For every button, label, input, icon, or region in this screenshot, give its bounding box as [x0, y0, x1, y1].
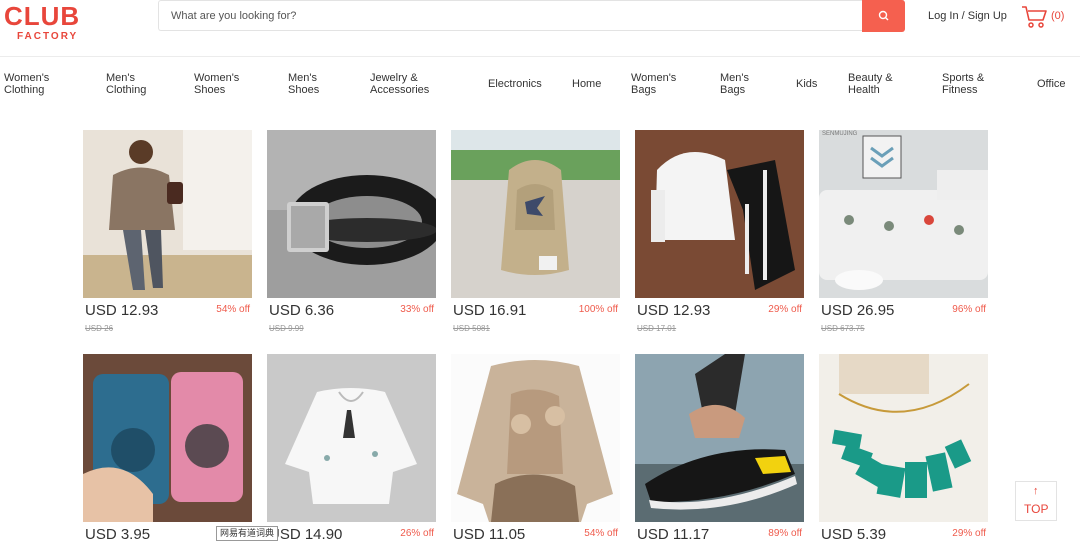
- logo-subtext: FACTORY: [17, 31, 79, 42]
- image-watermark: SENMUJING: [822, 131, 858, 137]
- product-discount: 100% off: [578, 304, 618, 315]
- nav-home[interactable]: Home: [572, 78, 601, 90]
- nav-womens-shoes[interactable]: Women's Shoes: [194, 72, 239, 96]
- logo[interactable]: CLUB FACTORY: [4, 2, 96, 44]
- nav-mens-bags[interactable]: Men's Bags: [720, 72, 749, 96]
- nav-mens-shoes[interactable]: Men's Shoes: [288, 72, 319, 96]
- product-discount: 26% off: [400, 528, 434, 539]
- category-nav: Women's Clothing Men's Clothing Women's …: [0, 60, 1080, 108]
- nav-sports-fitness[interactable]: Sports & Fitness: [942, 72, 984, 96]
- product-image[interactable]: [635, 354, 804, 522]
- product-original-price: USD 673.75: [821, 324, 865, 333]
- product-image[interactable]: SENMUJING: [819, 130, 988, 298]
- product-image[interactable]: [267, 130, 436, 298]
- cart-icon: [1022, 6, 1047, 28]
- login-signup-link[interactable]: Log In / Sign Up: [928, 10, 1007, 22]
- product-image[interactable]: [451, 130, 620, 298]
- logo-text: CLUB: [4, 1, 81, 31]
- product-discount: 96% off: [952, 304, 986, 315]
- header: CLUB FACTORY Log In / Sign Up (0): [0, 0, 1080, 57]
- nav-jewelry-accessories[interactable]: Jewelry & Accessories: [370, 72, 429, 96]
- product-price: USD 16.91: [453, 302, 527, 319]
- arrow-up-icon: ↑: [1033, 485, 1039, 497]
- cart-button[interactable]: (0): [1021, 4, 1080, 30]
- product-image[interactable]: [267, 354, 436, 522]
- product-price: USD 12.93: [85, 302, 159, 319]
- nav-electronics[interactable]: Electronics: [488, 78, 542, 90]
- back-to-top-button[interactable]: ↑ TOP: [1015, 481, 1057, 521]
- product-price: USD 5.39: [821, 526, 887, 543]
- search-button[interactable]: [862, 0, 905, 32]
- product-price: USD 12.93: [637, 302, 711, 319]
- product-price: USD 26.95: [821, 302, 895, 319]
- nav-womens-clothing[interactable]: Women's Clothing: [4, 72, 49, 96]
- product-original-price: USD 9.99: [269, 324, 304, 333]
- product-original-price: USD 17.01: [637, 324, 677, 333]
- product-image[interactable]: [83, 354, 252, 522]
- product-original-price: USD 5081: [453, 324, 490, 333]
- product-image[interactable]: [83, 130, 252, 298]
- product-price: USD 6.36: [269, 302, 335, 319]
- search-bar: [158, 0, 905, 32]
- product-price: USD 3.95: [85, 526, 151, 543]
- product-original-price: USD 26: [85, 324, 114, 333]
- product-price: USD 11.17: [637, 526, 710, 543]
- product-discount: 29% off: [768, 304, 802, 315]
- nav-mens-clothing[interactable]: Men's Clothing: [106, 72, 146, 96]
- nav-womens-bags[interactable]: Women's Bags: [631, 72, 676, 96]
- product-image[interactable]: [451, 354, 620, 522]
- search-icon: [878, 10, 889, 21]
- product-discount: 89% off: [768, 528, 802, 539]
- top-label: TOP: [1024, 502, 1049, 516]
- search-input[interactable]: [159, 1, 861, 30]
- product-image[interactable]: [819, 354, 988, 522]
- nav-kids[interactable]: Kids: [796, 78, 817, 90]
- product-image[interactable]: [635, 130, 804, 298]
- product-discount: 54% off: [216, 304, 250, 315]
- product-discount: 54% off: [584, 528, 618, 539]
- product-price: USD 14.90: [269, 526, 343, 543]
- product-price: USD 11.05: [453, 526, 526, 543]
- product-discount: 29% off: [952, 528, 986, 539]
- cart-count: (0): [1051, 10, 1065, 22]
- nav-beauty-health[interactable]: Beauty & Health: [848, 72, 893, 96]
- product-discount: 33% off: [400, 304, 434, 315]
- nav-office[interactable]: Office: [1037, 78, 1066, 90]
